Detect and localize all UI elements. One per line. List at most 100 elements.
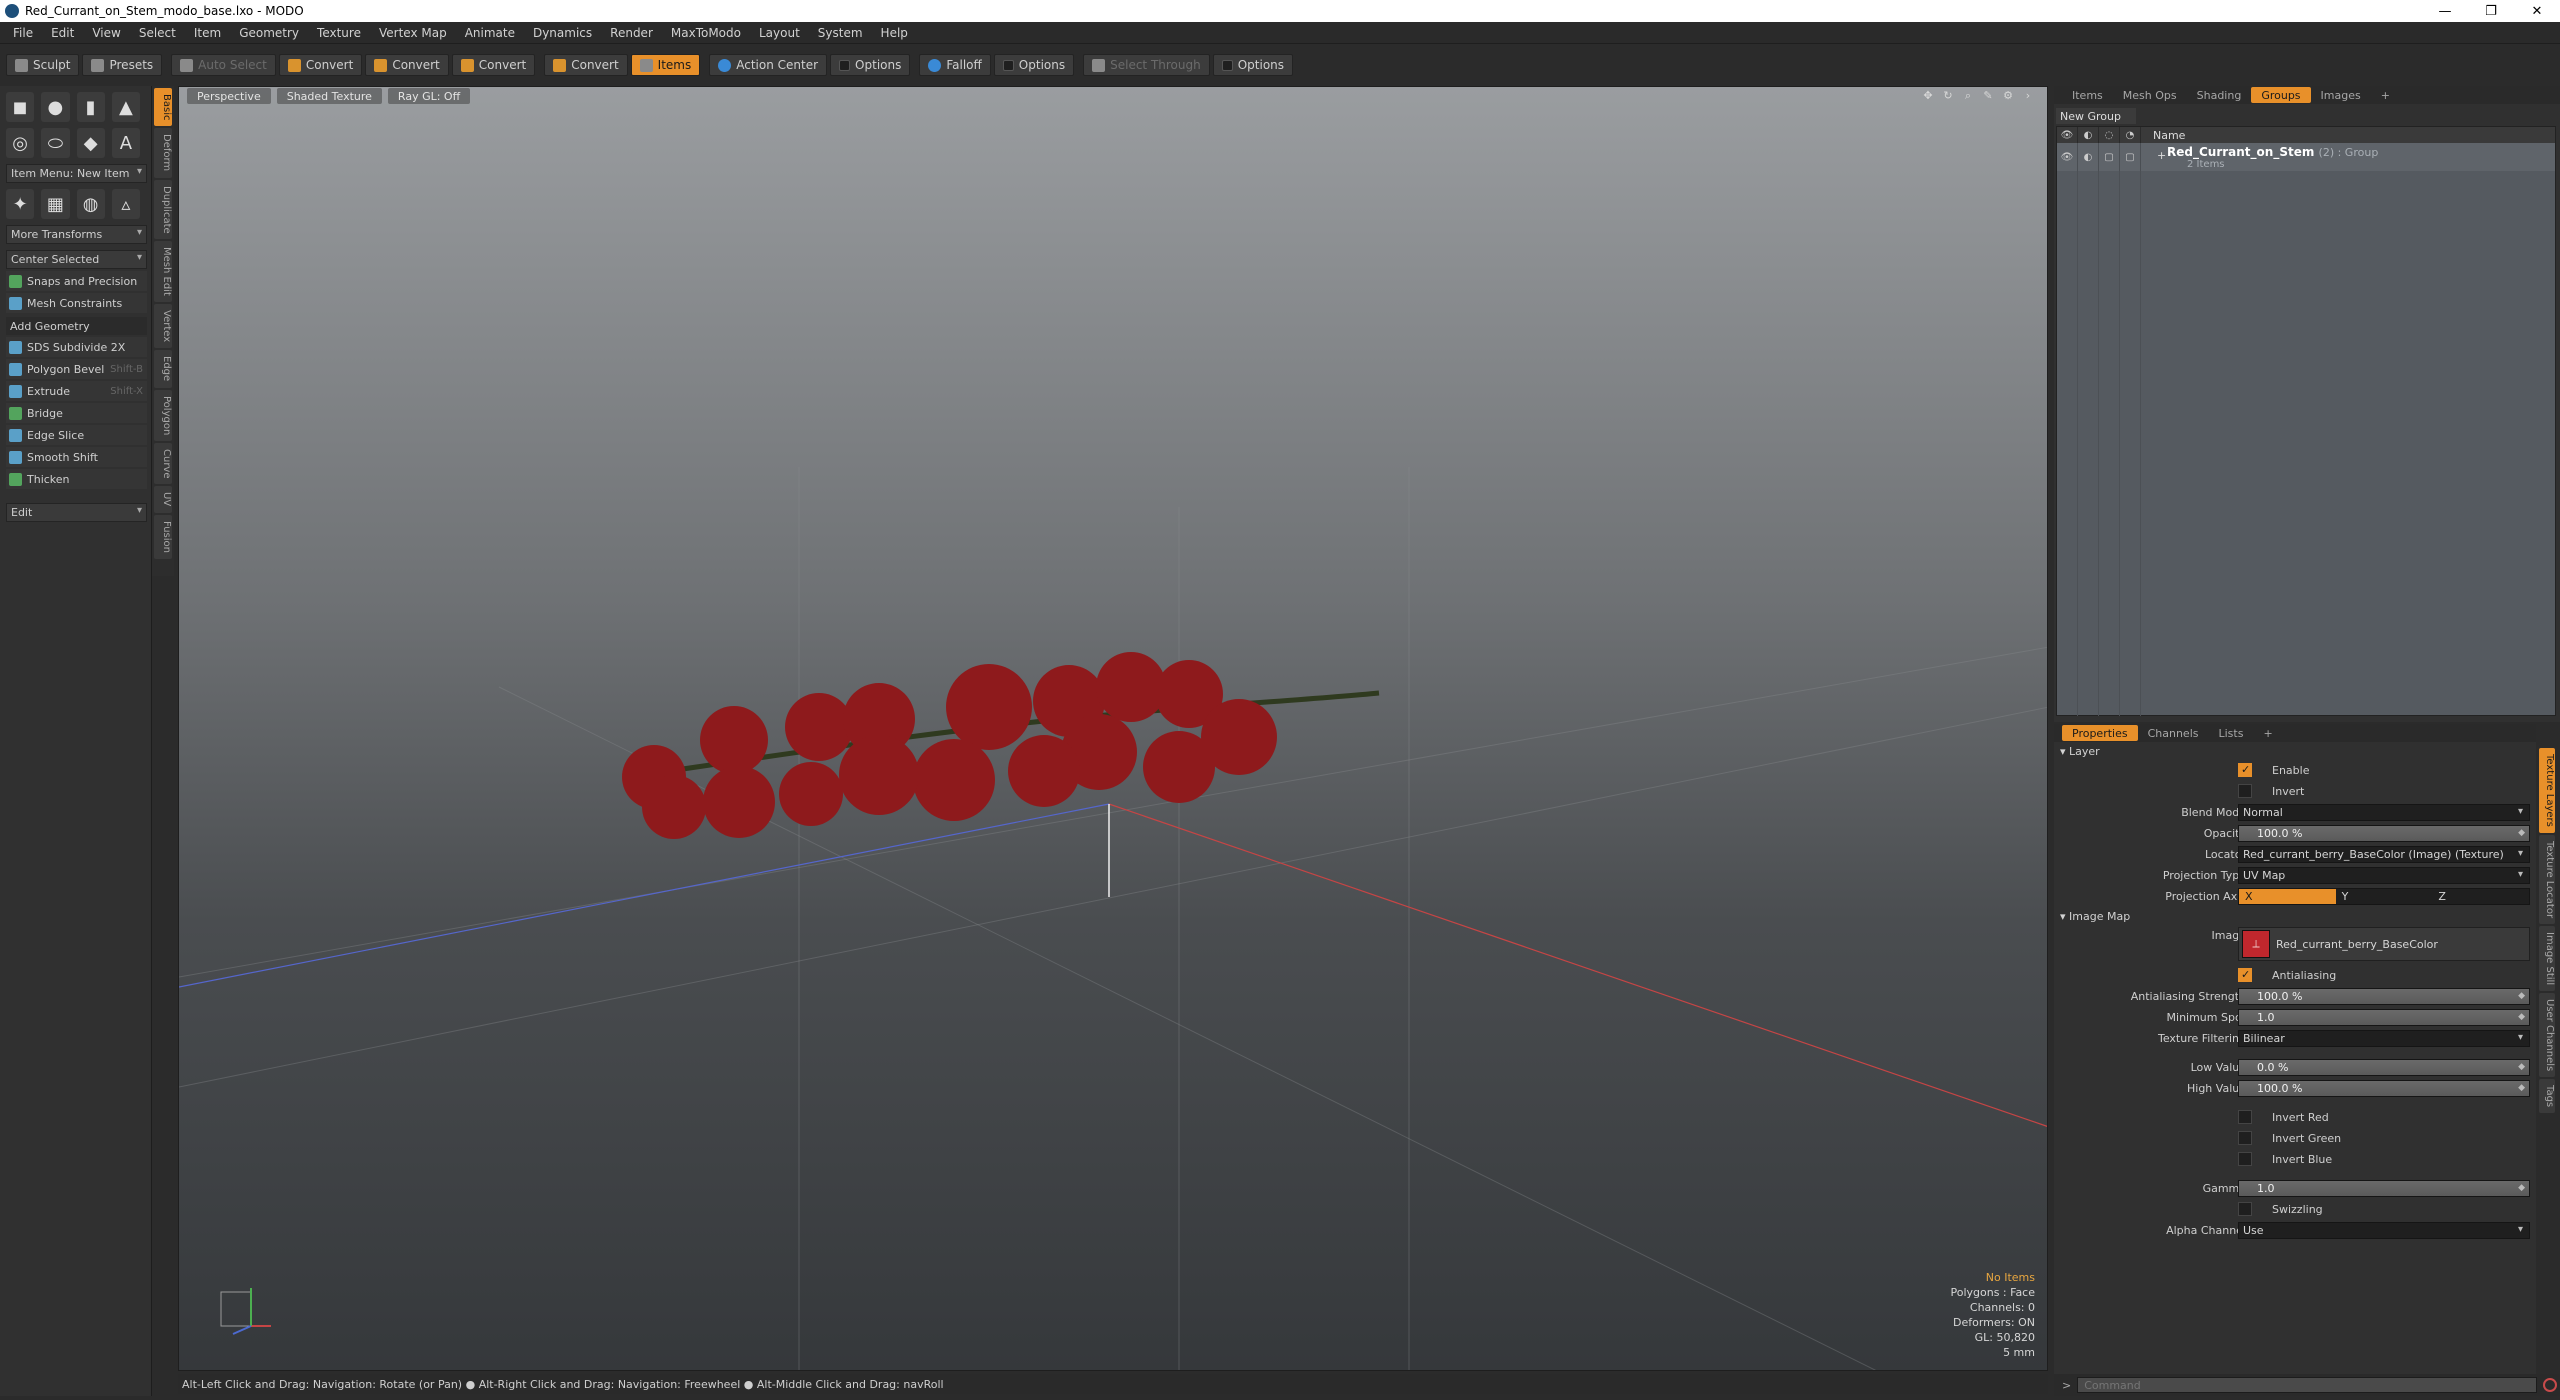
- menu-view[interactable]: View: [83, 26, 129, 40]
- select-column-icon[interactable]: ◔: [2120, 127, 2141, 143]
- invert-blue-checkbox[interactable]: [2238, 1152, 2252, 1166]
- image-selector[interactable]: ⟂ Red_currant_berry_BaseColor: [2238, 927, 2530, 961]
- menu-item[interactable]: Item: [185, 26, 230, 40]
- axis-x-option[interactable]: X: [2239, 889, 2336, 904]
- shading-mode-dropdown[interactable]: Shaded Texture: [276, 88, 382, 104]
- tab-groups[interactable]: Groups: [2251, 87, 2311, 103]
- vtab-texture-locator[interactable]: Texture Locator: [2539, 834, 2555, 924]
- vtab-fusion[interactable]: Fusion: [154, 514, 172, 559]
- vtab-mesh-edit[interactable]: Mesh Edit: [154, 241, 172, 303]
- locator-icon[interactable]: ✦: [6, 189, 35, 219]
- vtab-vertex[interactable]: Vertex: [154, 304, 172, 349]
- snaps-precision-button[interactable]: Snaps and Precision: [6, 271, 147, 291]
- torus-icon[interactable]: ◎: [6, 128, 35, 158]
- new-group-button[interactable]: New Group: [2056, 108, 2136, 124]
- render-toggle[interactable]: ◐: [2078, 143, 2099, 171]
- menu-file[interactable]: File: [4, 26, 42, 40]
- vtab-tags[interactable]: Tags: [2539, 1079, 2555, 1114]
- antialiasing-checkbox[interactable]: [2238, 968, 2252, 982]
- vtab-polygon[interactable]: Polygon: [154, 389, 172, 441]
- move-icon[interactable]: ✥: [1921, 89, 1935, 103]
- capsule-icon[interactable]: ⬭: [41, 128, 70, 158]
- menu-render[interactable]: Render: [601, 26, 662, 40]
- items-mode-button[interactable]: Items: [630, 54, 701, 76]
- alpha-channel-dropdown[interactable]: Use: [2238, 1222, 2530, 1239]
- edit-dropdown[interactable]: Edit: [6, 503, 147, 522]
- vtab-image-still[interactable]: Image Still: [2539, 925, 2555, 992]
- cone-icon[interactable]: ▲: [111, 92, 140, 122]
- falloff-button[interactable]: Falloff: [919, 54, 991, 76]
- tab-properties[interactable]: Properties: [2062, 725, 2138, 741]
- vtab-uv[interactable]: UV: [154, 486, 172, 513]
- vtab-curve[interactable]: Curve: [154, 442, 172, 485]
- visibility-column-icon[interactable]: 👁: [2057, 127, 2078, 143]
- close-button[interactable]: ✕: [2514, 0, 2560, 22]
- table-row[interactable]: 👁 ◐ ▢ ▢ + Red_Currant_on_Stem (2) : Grou…: [2057, 143, 2555, 171]
- auto-select-button[interactable]: Auto Select: [171, 54, 276, 76]
- tool-edge-slice[interactable]: Edge Slice: [6, 425, 147, 445]
- menu-select[interactable]: Select: [130, 26, 185, 40]
- menu-maxtomodo[interactable]: MaxToModo: [662, 26, 750, 40]
- vtab-user-channels[interactable]: User Channels: [2539, 993, 2555, 1078]
- item-menu-dropdown[interactable]: Item Menu: New Item: [6, 164, 147, 183]
- zoom-icon[interactable]: ⌕: [1961, 89, 1975, 103]
- grid-icon[interactable]: ▦: [41, 189, 70, 219]
- cylinder-icon[interactable]: ▮: [76, 92, 105, 122]
- command-history-icon[interactable]: [2543, 1378, 2558, 1392]
- menu-animate[interactable]: Animate: [456, 26, 524, 40]
- tab-images[interactable]: Images: [2311, 87, 2371, 103]
- visibility-toggle[interactable]: 👁: [2057, 143, 2078, 171]
- tool-bridge[interactable]: Bridge: [6, 403, 147, 423]
- gear-icon[interactable]: ⚙: [2001, 89, 2015, 103]
- vtab-texture-layers[interactable]: Texture Layers: [2539, 748, 2555, 833]
- minimize-button[interactable]: —: [2422, 0, 2468, 22]
- action-center-options-button[interactable]: Options: [830, 54, 911, 76]
- tool-polygon-bevel[interactable]: Polygon Bevel Shift-B: [6, 359, 147, 379]
- menu-system[interactable]: System: [809, 26, 872, 40]
- vtab-deform[interactable]: Deform: [154, 128, 172, 178]
- vtab-edge[interactable]: Edge: [154, 350, 172, 388]
- name-column-header[interactable]: Name: [2141, 129, 2185, 142]
- convert-materials-button[interactable]: Convert: [544, 54, 628, 76]
- sphere-icon[interactable]: ●: [41, 92, 70, 122]
- mesh-constraints-button[interactable]: Mesh Constraints: [6, 293, 147, 313]
- convert-edges-button[interactable]: Convert: [365, 54, 449, 76]
- axis-z-option[interactable]: Z: [2432, 889, 2530, 904]
- min-spot-field[interactable]: 1.0: [2238, 1009, 2530, 1026]
- chevron-right-icon[interactable]: ›: [2021, 89, 2035, 103]
- add-geometry-section[interactable]: Add Geometry: [6, 317, 147, 335]
- tool-sds-subdivide[interactable]: SDS Subdivide 2X: [6, 337, 147, 357]
- high-value-field[interactable]: 100.0 %: [2238, 1080, 2530, 1097]
- add-properties-tab-button[interactable]: +: [2253, 725, 2282, 741]
- image-map-section-header[interactable]: ▾ Image Map: [2054, 907, 2536, 925]
- tool-thicken[interactable]: Thicken: [6, 469, 147, 489]
- menu-dynamics[interactable]: Dynamics: [524, 26, 601, 40]
- menu-layout[interactable]: Layout: [750, 26, 809, 40]
- presets-button[interactable]: Presets: [82, 54, 163, 76]
- 3d-viewport[interactable]: Perspective Shaded Texture Ray GL: Off ✥…: [178, 86, 2048, 1371]
- view-perspective-dropdown[interactable]: Perspective: [187, 88, 271, 104]
- invert-checkbox[interactable]: [2238, 784, 2252, 798]
- aa-strength-field[interactable]: 100.0 %: [2238, 988, 2530, 1005]
- select-toggle[interactable]: ▢: [2120, 143, 2141, 171]
- menu-edit[interactable]: Edit: [42, 26, 83, 40]
- rotate-icon[interactable]: ↻: [1941, 89, 1955, 103]
- invert-red-checkbox[interactable]: [2238, 1110, 2252, 1124]
- menu-vertex-map[interactable]: Vertex Map: [370, 26, 456, 40]
- convert-vertices-button[interactable]: Convert: [278, 54, 363, 76]
- action-center-button[interactable]: Action Center: [709, 54, 828, 76]
- layer-section-header[interactable]: ▾ Layer: [2054, 742, 2536, 760]
- tab-lists[interactable]: Lists: [2209, 725, 2254, 741]
- projection-type-dropdown[interactable]: UV Map: [2238, 867, 2530, 884]
- tab-mesh-ops[interactable]: Mesh Ops: [2113, 87, 2187, 103]
- menu-help[interactable]: Help: [872, 26, 917, 40]
- invert-green-checkbox[interactable]: [2238, 1131, 2252, 1145]
- select-through-options-button[interactable]: Options: [1212, 54, 1294, 76]
- render-column-icon[interactable]: ◐: [2078, 127, 2099, 143]
- menu-geometry[interactable]: Geometry: [230, 26, 308, 40]
- swizzling-checkbox[interactable]: [2238, 1202, 2252, 1216]
- blend-mode-dropdown[interactable]: Normal: [2238, 804, 2530, 821]
- lock-column-icon[interactable]: ◌: [2099, 127, 2120, 143]
- plane-icon[interactable]: ◆: [76, 128, 105, 158]
- cube-icon[interactable]: ◼: [6, 92, 35, 122]
